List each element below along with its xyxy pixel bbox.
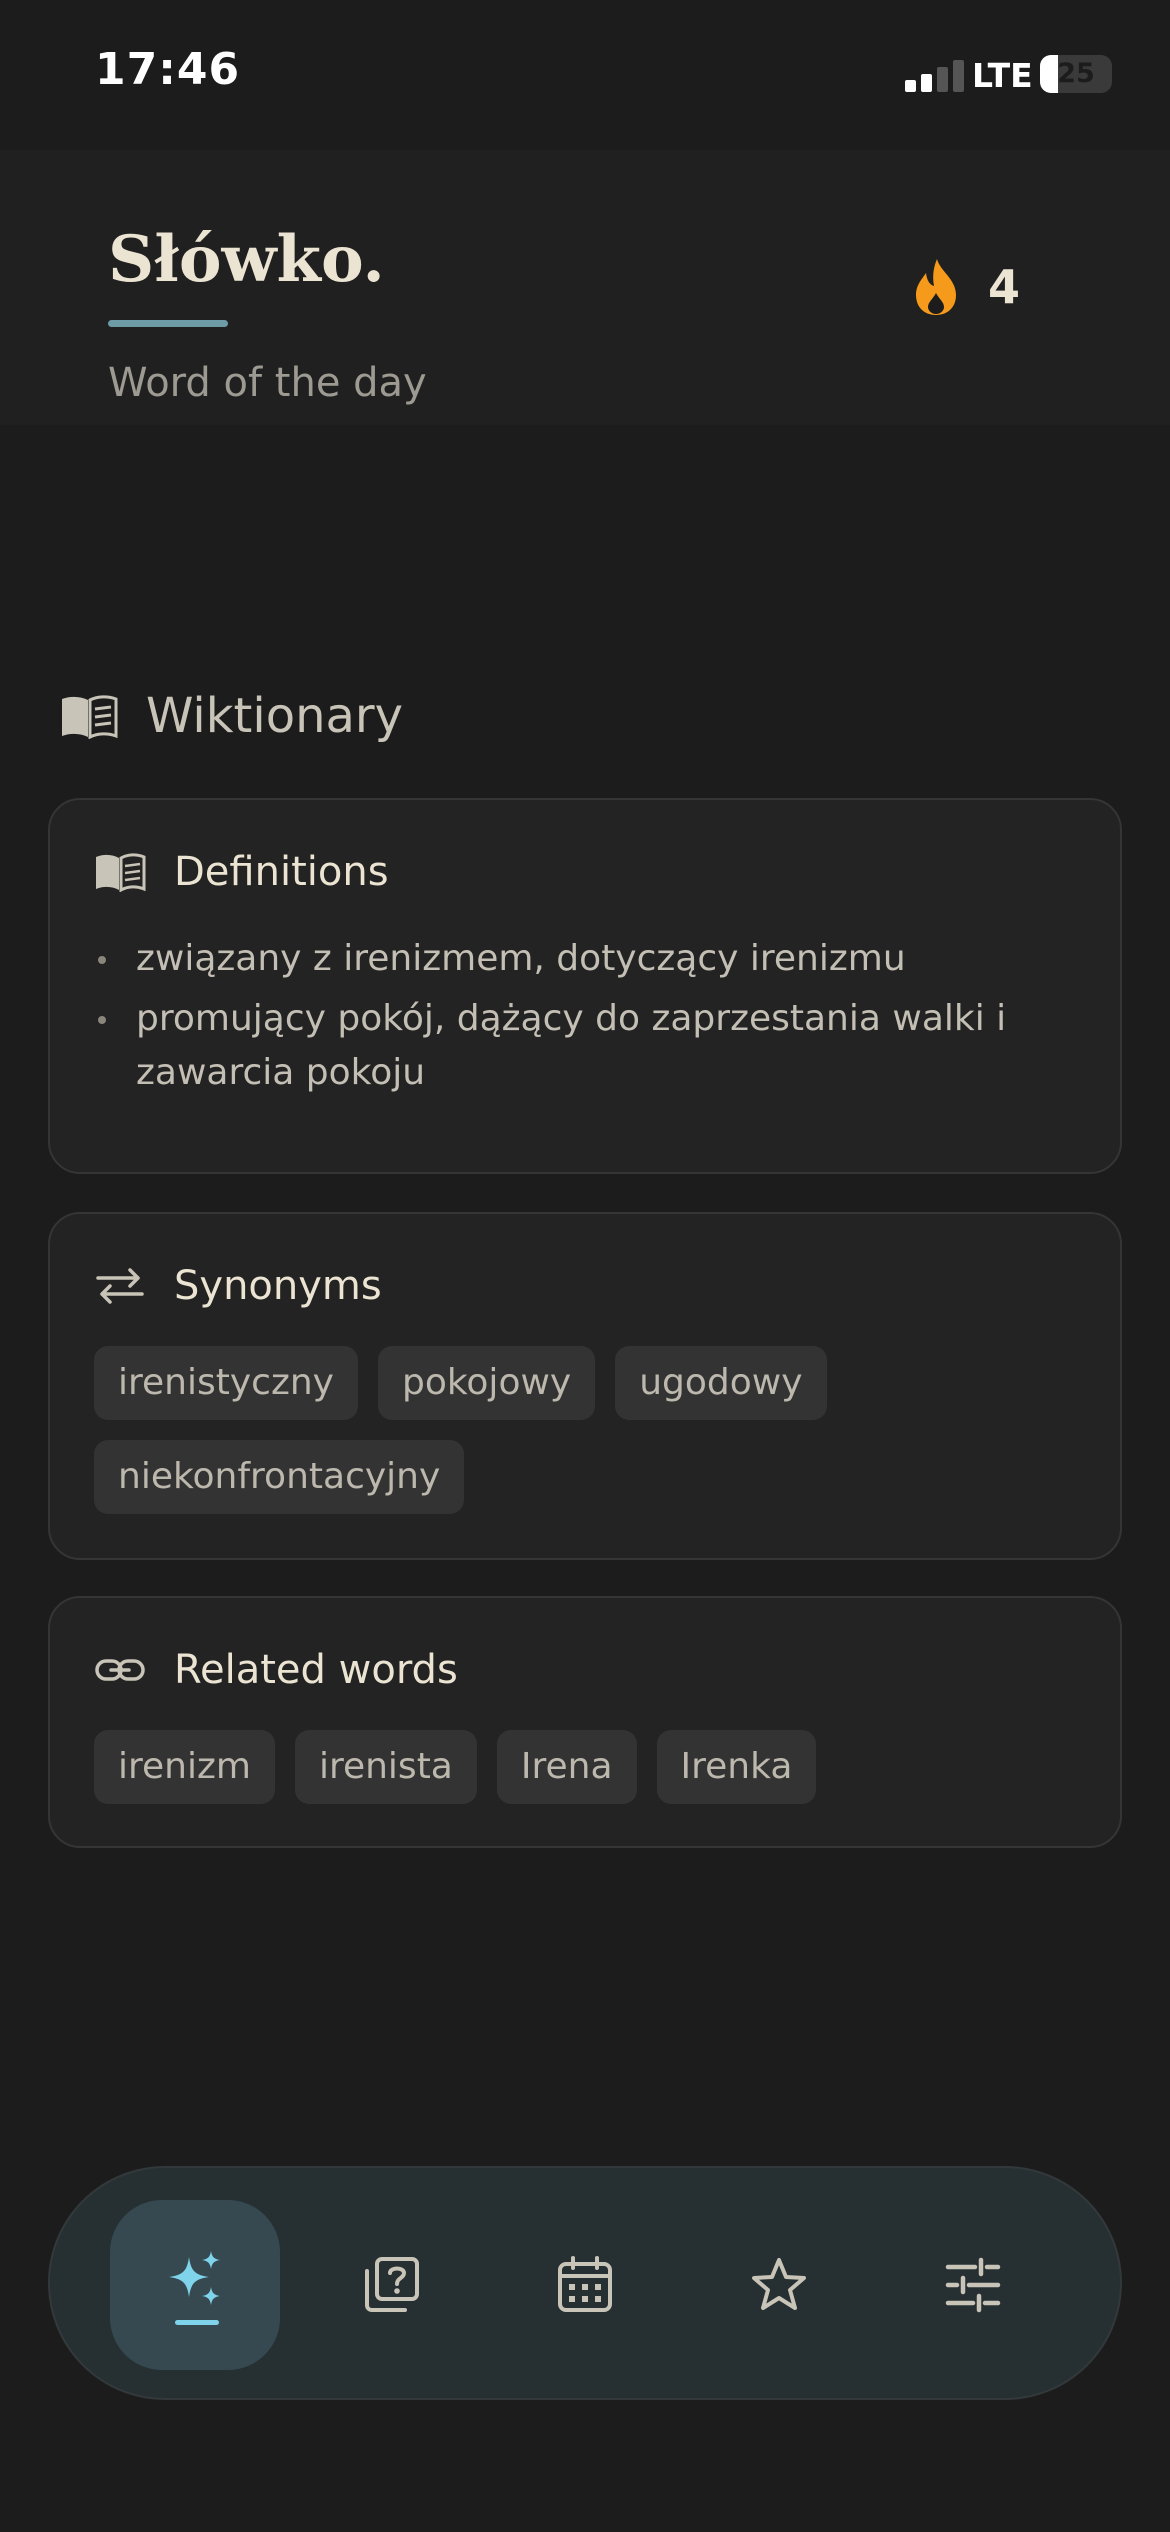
card-header: Synonyms bbox=[94, 1258, 382, 1314]
related-word-chip[interactable]: irenista bbox=[294, 1730, 477, 1804]
star-icon bbox=[752, 2258, 806, 2310]
card-header: Related words bbox=[94, 1642, 458, 1698]
bottom-nav bbox=[48, 2166, 1122, 2400]
synonyms-title: Synonyms bbox=[174, 1263, 382, 1309]
definition-item: promujący pokój, dążący do zaprzestania … bbox=[94, 992, 1050, 1100]
nav-item-quiz[interactable] bbox=[326, 2220, 456, 2350]
synonym-chip[interactable]: ugodowy bbox=[615, 1346, 827, 1420]
definitions-card: Definitions związany z irenizmem, dotycz… bbox=[48, 798, 1122, 1174]
calendar-icon bbox=[558, 2256, 612, 2312]
related-words-chips: irenizm irenista Irena Irenka bbox=[94, 1730, 1080, 1804]
app-screen: 17:46 LTE 25 Słówko. Word of the day 4 W… bbox=[0, 0, 1170, 2532]
signal-strength-icon bbox=[905, 58, 965, 92]
battery-level: 25 bbox=[1057, 58, 1095, 89]
swap-arrows-icon bbox=[96, 1268, 144, 1304]
synonym-chip[interactable]: niekonfrontacyjny bbox=[94, 1440, 465, 1514]
synonyms-card: Synonyms irenistyczny pokojowy ugodowy n… bbox=[48, 1212, 1122, 1560]
status-time: 17:46 bbox=[95, 44, 241, 95]
related-word-chip[interactable]: Irena bbox=[496, 1730, 637, 1804]
related-word-chip[interactable]: Irenka bbox=[656, 1730, 817, 1804]
title-underline bbox=[108, 320, 228, 327]
synonym-chip[interactable]: pokojowy bbox=[377, 1346, 596, 1420]
link-icon bbox=[95, 1659, 145, 1681]
definitions-list: związany z irenizmem, dotyczący irenizmu… bbox=[94, 932, 1050, 1106]
battery-icon: 25 bbox=[1040, 55, 1112, 93]
app-title: Słówko. bbox=[108, 222, 385, 297]
streak-counter[interactable]: 4 bbox=[908, 255, 1020, 319]
book-icon bbox=[62, 695, 118, 739]
definition-item: związany z irenizmem, dotyczący irenizmu bbox=[94, 932, 1050, 986]
related-words-card: Related words irenizm irenista Irena Ire… bbox=[48, 1596, 1122, 1848]
sliders-icon bbox=[945, 2257, 1001, 2313]
book-icon bbox=[96, 853, 146, 892]
nav-item-calendar[interactable] bbox=[520, 2220, 650, 2350]
related-word-chip[interactable]: irenizm bbox=[94, 1730, 275, 1804]
nav-item-favorites[interactable] bbox=[714, 2220, 844, 2350]
quiz-cards-icon bbox=[365, 2257, 419, 2312]
related-words-title: Related words bbox=[174, 1647, 458, 1693]
sparkles-icon bbox=[169, 2251, 220, 2305]
synonym-chip[interactable]: irenistyczny bbox=[94, 1346, 358, 1420]
page-subtitle: Word of the day bbox=[108, 360, 427, 406]
section-title: Wiktionary bbox=[146, 688, 404, 744]
streak-count: 4 bbox=[988, 260, 1021, 314]
nav-active-indicator bbox=[175, 2320, 219, 2325]
nav-item-settings[interactable] bbox=[908, 2220, 1038, 2350]
network-type: LTE bbox=[972, 56, 1033, 95]
card-header: Definitions bbox=[94, 844, 389, 900]
definitions-title: Definitions bbox=[174, 849, 389, 895]
flame-icon bbox=[916, 259, 956, 315]
synonyms-chips: irenistyczny pokojowy ugodowy niekonfron… bbox=[94, 1346, 1080, 1514]
app-header: Słówko. Word of the day 4 bbox=[0, 150, 1170, 425]
section-heading: Wiktionary bbox=[60, 686, 403, 746]
status-bar: 17:46 LTE 25 bbox=[0, 0, 1170, 150]
